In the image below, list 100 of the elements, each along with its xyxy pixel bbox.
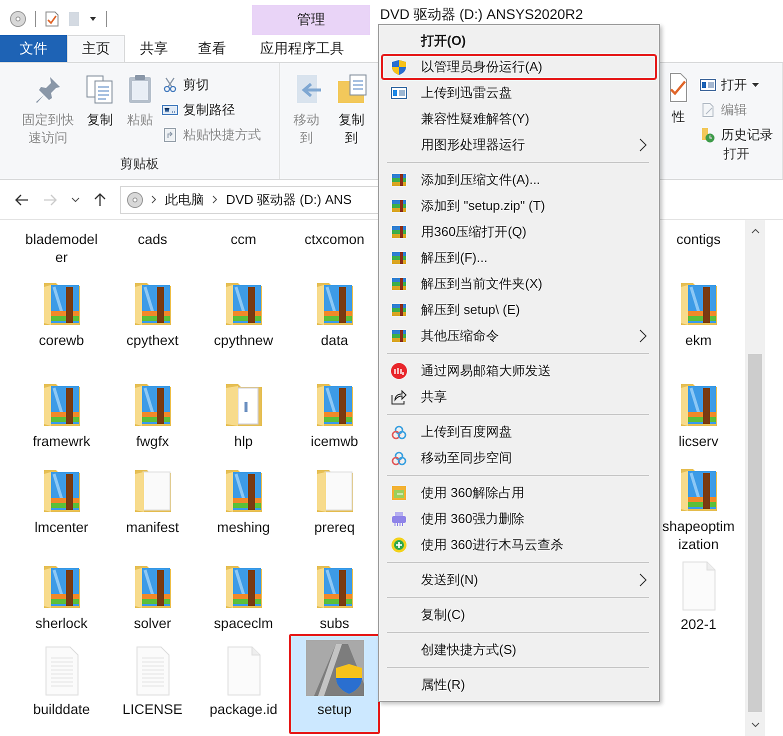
file-item[interactable]: data xyxy=(289,265,380,369)
ribbon-tab[interactable]: 查看 xyxy=(183,35,241,62)
file-item[interactable]: spaceclm xyxy=(198,555,289,634)
file-name: cpythnew xyxy=(212,331,274,349)
file-name: builddate xyxy=(32,700,91,718)
file-name: blademodeler xyxy=(24,230,98,266)
file-item[interactable]: ccm xyxy=(198,220,289,265)
file-name: manifest xyxy=(125,518,180,536)
disc-icon xyxy=(127,192,143,208)
menu-item[interactable]: 用图形处理器运行 xyxy=(381,132,657,158)
back-arrow-icon[interactable] xyxy=(15,194,29,206)
file-item[interactable]: cads xyxy=(107,220,198,265)
path-icon xyxy=(162,102,178,118)
archive-icon xyxy=(391,198,407,214)
menu-item[interactable]: 上传到迅雷云盘 xyxy=(381,80,657,106)
menu-item[interactable]: 用360压缩打开(Q) xyxy=(381,219,657,245)
breadcrumb[interactable]: DVD 驱动器 (D:) ANS xyxy=(226,190,352,208)
window-title: DVD 驱动器 (D:) ANSYS2020R2 xyxy=(379,5,584,24)
ribbon-button[interactable]: 性 xyxy=(666,69,691,130)
file-item[interactable]: package.id xyxy=(198,634,289,734)
file-name: hlp xyxy=(233,432,254,450)
scrollbar-thumb[interactable] xyxy=(748,354,762,712)
file-item[interactable]: framewrk xyxy=(16,369,107,452)
ribbon-button[interactable]: 复制 xyxy=(80,69,120,134)
group-label: 剪贴板 xyxy=(120,155,159,173)
file-item[interactable]: meshing xyxy=(198,452,289,555)
ribbon-tab[interactable]: 共享 xyxy=(125,35,183,62)
document-icon xyxy=(700,102,716,118)
plus-circle-icon xyxy=(391,537,407,553)
file-name: ctxcomon xyxy=(304,230,366,248)
menu-item[interactable]: 添加到 "setup.zip" (T) xyxy=(381,193,657,219)
caret-icon[interactable] xyxy=(89,16,97,22)
disc-icon[interactable] xyxy=(10,11,26,27)
breadcrumb[interactable]: 此电脑 xyxy=(165,190,204,208)
file-name: meshing xyxy=(216,518,271,536)
chevron-up-icon[interactable] xyxy=(750,228,760,234)
file-item[interactable]: manifest xyxy=(107,452,198,555)
shortcut-icon xyxy=(162,127,178,143)
cloud-icon xyxy=(391,450,407,466)
file-item[interactable]: cpythext xyxy=(107,265,198,369)
file-name: contigs xyxy=(675,230,722,248)
file-item[interactable]: ctxcomon xyxy=(289,220,380,265)
file-item[interactable]: LICENSE xyxy=(107,634,198,734)
file-item[interactable]: blademodeler xyxy=(16,220,107,265)
file-name: subs xyxy=(318,614,350,632)
file-item[interactable]: corewb xyxy=(16,265,107,369)
file-item[interactable]: icemwb xyxy=(289,369,380,452)
file-item[interactable]: sherlock xyxy=(16,555,107,634)
chevron-down-icon[interactable] xyxy=(750,722,760,728)
file-name: spaceclm xyxy=(212,614,274,632)
file-name: shapeoptimization xyxy=(662,517,736,553)
file-item[interactable]: prereq xyxy=(289,452,380,555)
address-bar[interactable]: 此电脑 DVD 驱动器 (D:) ANS xyxy=(120,186,380,214)
archive-icon xyxy=(391,250,407,266)
file-name: package.id xyxy=(208,700,278,718)
file-item[interactable]: fwgfx xyxy=(107,369,198,452)
ribbon-tab[interactable]: 主页 xyxy=(67,35,125,62)
chevron-down-icon[interactable] xyxy=(71,196,80,202)
ribbon-button[interactable]: 历史记录 xyxy=(698,125,775,145)
menu-item[interactable]: 以管理员身份运行(A) xyxy=(381,54,657,80)
up-arrow-icon[interactable] xyxy=(94,192,106,206)
file-name: setup xyxy=(316,700,353,718)
ribbon-button[interactable]: 打开 xyxy=(698,75,775,95)
file-name: lmcenter xyxy=(34,518,90,536)
menu-item[interactable]: 添加到压缩文件(A)... xyxy=(381,167,657,193)
file-item[interactable]: solver xyxy=(107,555,198,634)
file-name: 202-1 xyxy=(680,615,718,633)
window-icon xyxy=(391,85,407,101)
chevron-right-icon xyxy=(639,329,647,343)
share-icon xyxy=(391,389,407,405)
cloud-icon xyxy=(391,424,407,440)
ribbon-button[interactable]: 复制到 xyxy=(329,69,374,152)
ribbon-tab[interactable]: 文件 xyxy=(0,35,67,62)
file-item[interactable]: cpythnew xyxy=(198,265,289,369)
file-name: solver xyxy=(132,614,172,632)
file-name: sherlock xyxy=(34,614,89,632)
file-item[interactable]: hlp xyxy=(198,369,289,452)
ribbon-button[interactable]: 复制路径 xyxy=(160,100,263,120)
chevron-right-icon xyxy=(151,195,157,204)
menu-item[interactable]: 属性(R) xyxy=(381,672,657,698)
file-name: ekm xyxy=(684,331,713,349)
archive-icon xyxy=(391,224,407,240)
menu-item[interactable]: 创建快捷方式(S) xyxy=(381,637,657,663)
file-item[interactable]: setup xyxy=(289,634,380,734)
file-name: cpythext xyxy=(125,331,180,349)
file-item[interactable]: builddate xyxy=(16,634,107,734)
menu-item[interactable]: 兼容性疑难解答(Y) xyxy=(381,106,657,132)
ribbon-tab[interactable]: 应用程序工具 xyxy=(243,35,361,62)
file-item[interactable]: subs xyxy=(289,555,380,634)
window-icon xyxy=(700,77,716,93)
document-check-icon xyxy=(670,73,687,102)
document-check-icon[interactable] xyxy=(45,11,59,27)
file-name: LICENSE xyxy=(122,700,184,718)
file-item[interactable]: lmcenter xyxy=(16,452,107,555)
chevron-right-icon xyxy=(639,138,647,152)
archive-icon xyxy=(391,302,407,318)
file-name: ccm xyxy=(230,230,258,248)
ribbon-button[interactable]: 剪切 xyxy=(160,75,263,95)
scrollbar[interactable] xyxy=(745,220,765,736)
menu-item[interactable]: 打开(O) xyxy=(381,28,657,54)
